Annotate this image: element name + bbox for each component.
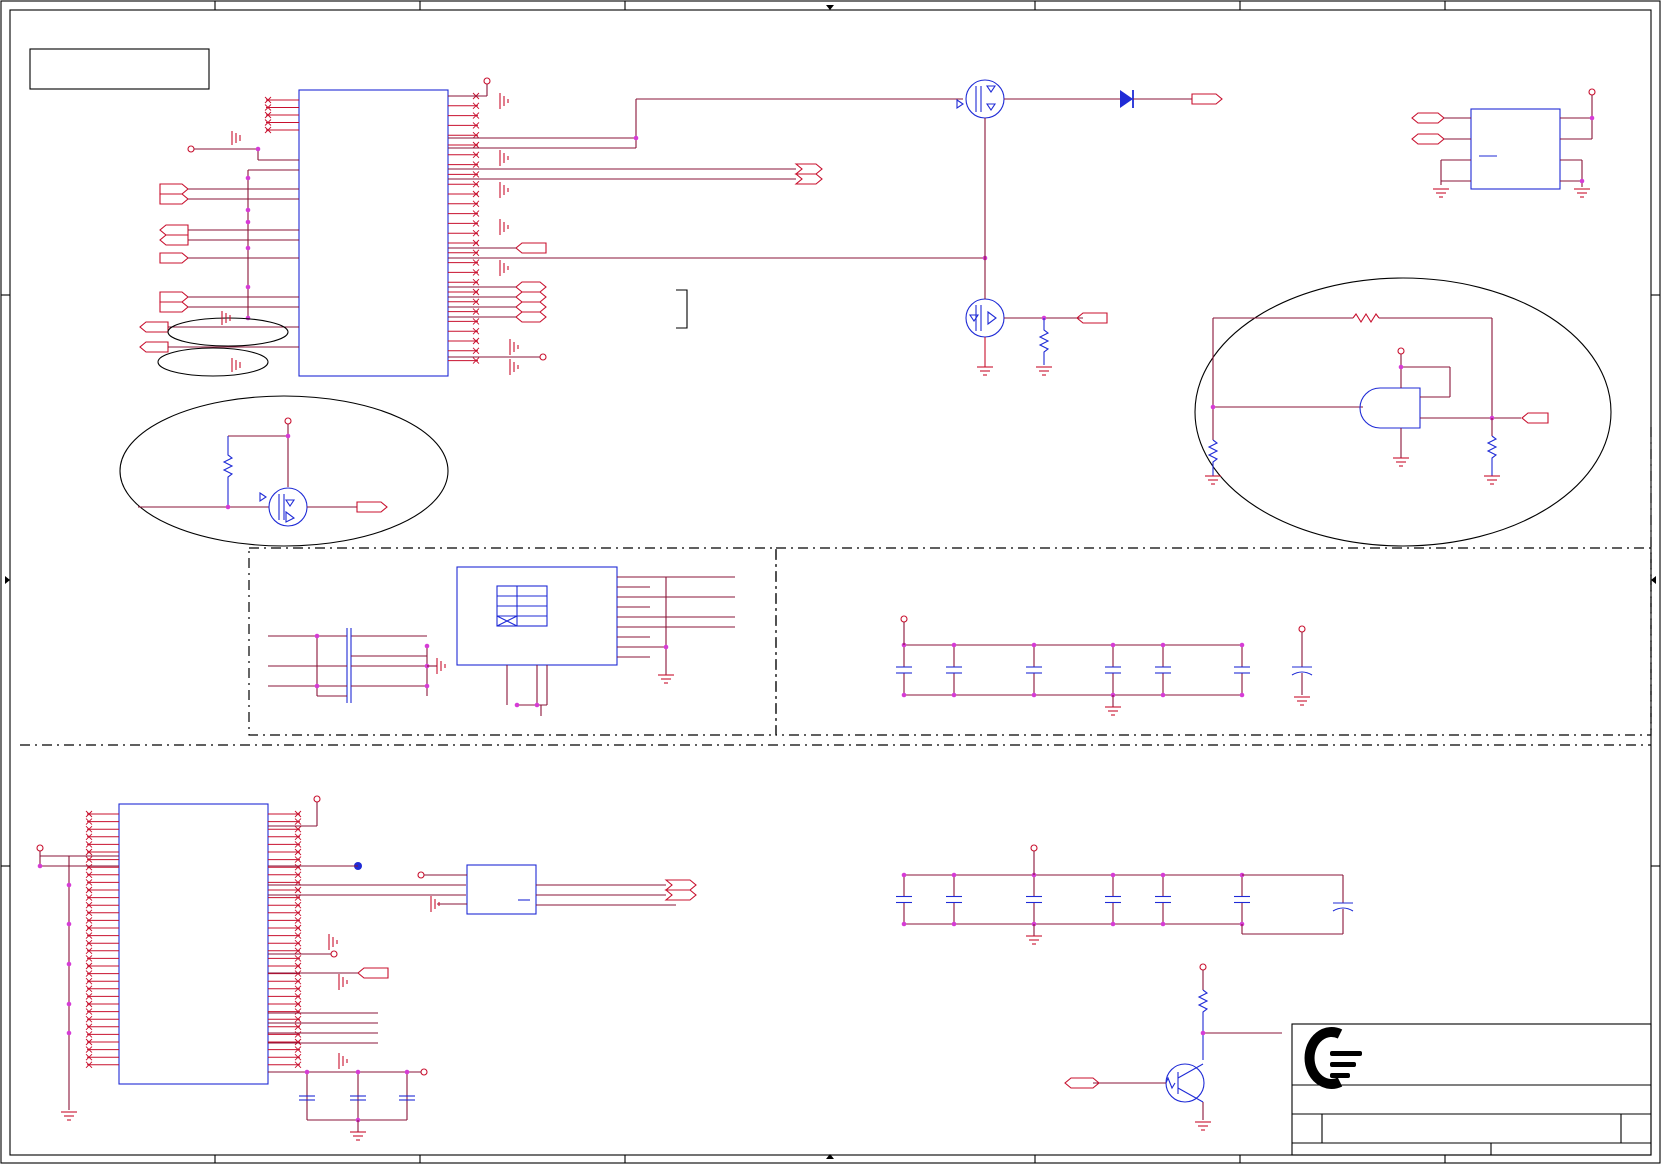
power-symbol (1030, 844, 1038, 852)
mosfet-upper (956, 79, 1223, 258)
junction-dot (901, 692, 907, 698)
junction-dot (1239, 692, 1245, 698)
schematic-sheet (0, 0, 1661, 1164)
junction-dot (1110, 872, 1116, 878)
junction-dot (1110, 642, 1116, 648)
title-block (1291, 1023, 1652, 1156)
junction-dot (1160, 872, 1166, 878)
regulator-ic (1411, 88, 1596, 198)
junction-dot (1160, 692, 1166, 698)
junction-dot (901, 921, 907, 927)
transistor-circuit (1064, 963, 1282, 1131)
power-symbol (1298, 625, 1306, 633)
junction-dot (1160, 642, 1166, 648)
connector-block (268, 566, 735, 716)
buffer-ic (417, 864, 697, 915)
company-logo-icon (1304, 1027, 1362, 1089)
junction-dot (951, 642, 957, 648)
decoupling-caps-upper (896, 615, 1313, 716)
decoupling-caps-lower (896, 844, 1354, 945)
junction-dot (951, 872, 957, 878)
junction-dot (1031, 692, 1037, 698)
junction-dot (951, 921, 957, 927)
section-borders (20, 547, 1652, 746)
junction-dot (951, 692, 957, 698)
and-gate-circuit (1194, 277, 1612, 547)
sheet-frame (0, 0, 1661, 1164)
junction-dot (1110, 921, 1116, 927)
mosfet-circuit-left (119, 395, 449, 547)
power-symbol (900, 615, 908, 623)
note-box (29, 48, 210, 90)
junction-dot (901, 872, 907, 878)
main-ic-top (139, 77, 988, 377)
mosfet-lower (965, 258, 1108, 376)
junction-dot (1160, 921, 1166, 927)
main-ic-bottom (36, 795, 466, 1141)
junction-dot (1239, 642, 1245, 648)
port-flag (159, 183, 189, 195)
junction-dot (1031, 642, 1037, 648)
